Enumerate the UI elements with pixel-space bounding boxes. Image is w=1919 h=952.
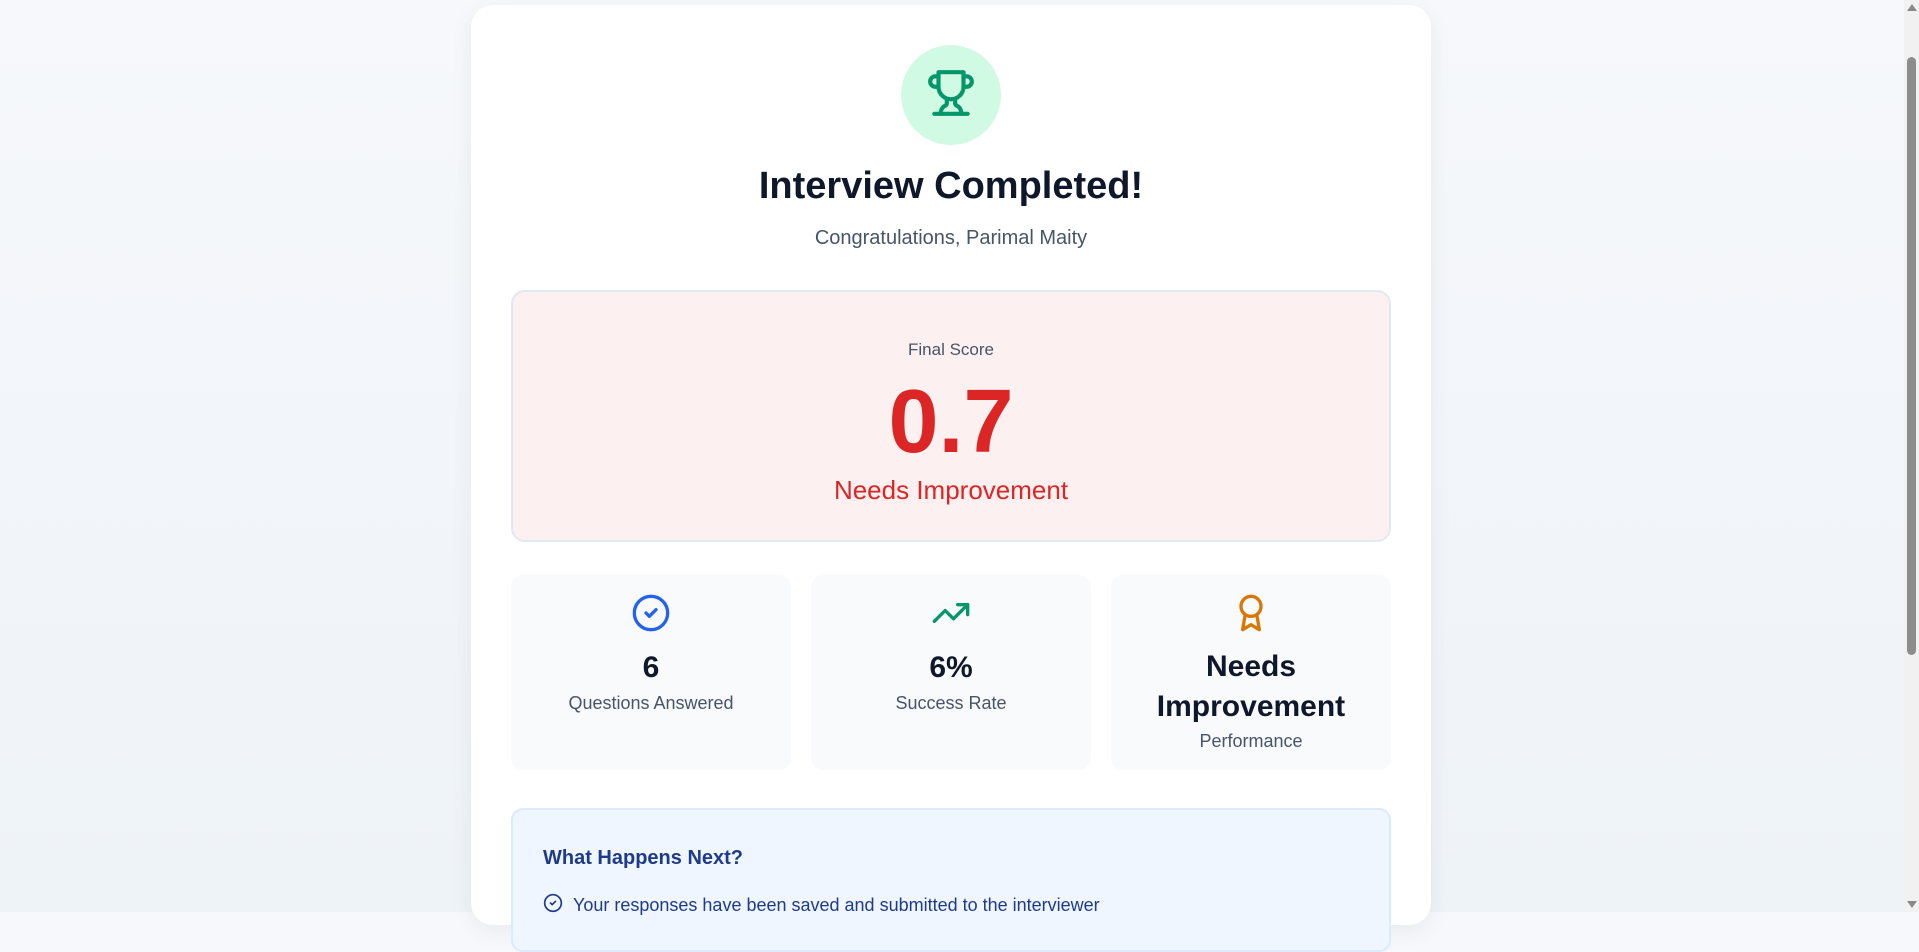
trophy-badge (901, 45, 1001, 145)
stat-value: Needs Improvement (1156, 650, 1346, 723)
next-steps-item-text: Your responses have been saved and submi… (573, 895, 1100, 915)
trophy-icon (926, 68, 976, 123)
stat-label: Success Rate (895, 693, 1007, 713)
next-steps-panel: What Happens Next? Your responses have b… (511, 808, 1391, 952)
score-rating: Needs Improvement (833, 475, 1069, 505)
final-score-value: 0.7 (888, 372, 1014, 472)
stat-label: Performance (1199, 731, 1303, 751)
scrollbar-thumb[interactable] (1907, 57, 1916, 655)
vertical-scrollbar[interactable] (1904, 0, 1919, 912)
stat-label: Questions Answered (568, 693, 734, 713)
scroll-down-arrow-icon[interactable] (1907, 901, 1917, 908)
stat-card-performance: Needs Improvement Performance (1111, 575, 1391, 770)
stat-value: 6% (929, 651, 973, 684)
check-circle-icon (631, 593, 671, 633)
result-card: Interview Completed! Congratulations, Pa… (471, 5, 1431, 952)
next-steps-item: Your responses have been saved and submi… (543, 893, 1100, 918)
check-circle-icon (543, 893, 563, 918)
congratulations-text: Congratulations, Parimal Maity (814, 227, 1088, 249)
stat-card-questions: 6 Questions Answered (511, 575, 791, 770)
scroll-up-arrow-icon[interactable] (1907, 4, 1917, 11)
page-title: Interview Completed! (758, 165, 1144, 207)
trending-up-icon (931, 593, 971, 633)
stat-value: 6 (642, 651, 660, 684)
page: Interview Completed! Congratulations, Pa… (0, 0, 1919, 952)
final-score-label: Final Score (908, 340, 994, 359)
final-score-panel: Final Score 0.7 Needs Improvement (511, 290, 1391, 542)
stat-card-success-rate: 6% Success Rate (811, 575, 1091, 770)
award-icon (1231, 593, 1271, 633)
next-steps-title: What Happens Next? (543, 847, 744, 869)
